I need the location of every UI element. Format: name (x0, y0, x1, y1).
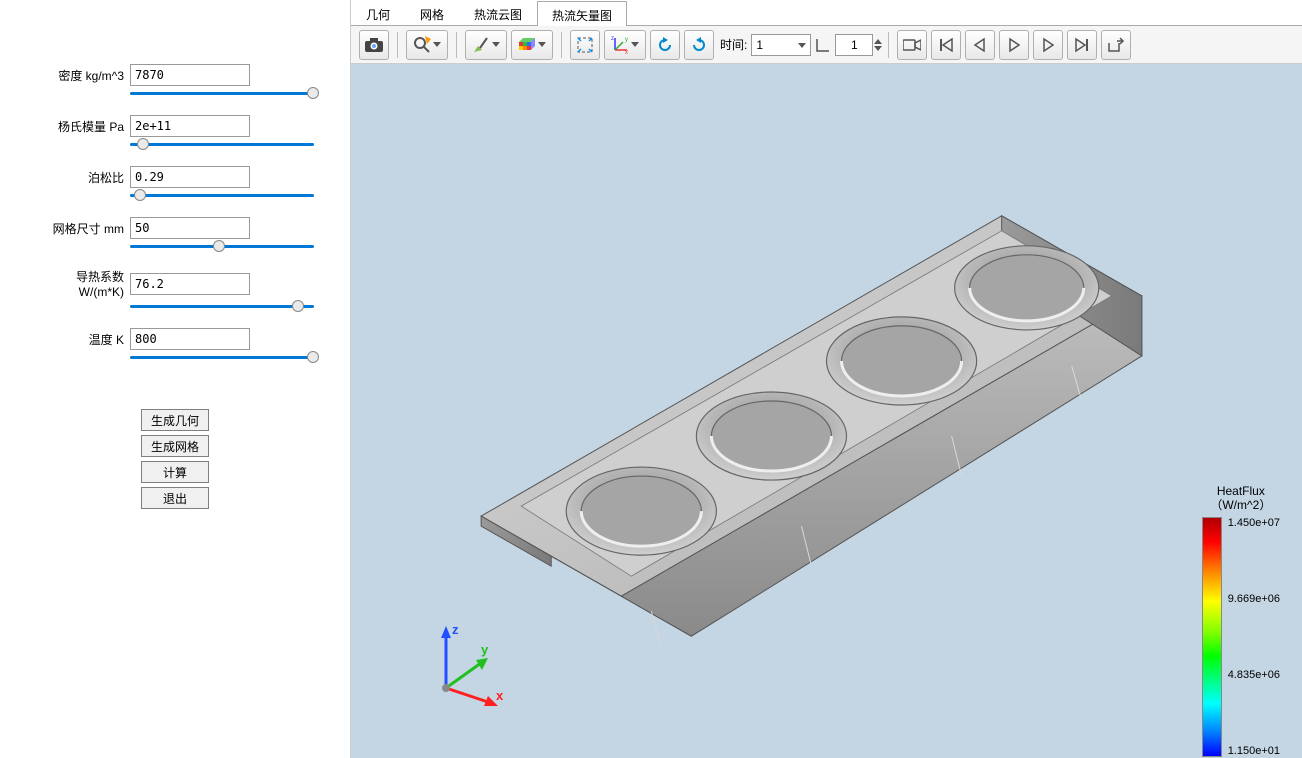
fit-button[interactable] (570, 30, 600, 60)
param-conductivity: 导热系数 W/(m*K) (30, 268, 320, 299)
legend-tick: 1.150e+01 (1228, 745, 1280, 757)
stepper-up[interactable] (874, 39, 882, 44)
skip-first-button[interactable] (931, 30, 961, 60)
skip-first-icon (938, 37, 954, 53)
youngs-label: 杨氏模量 Pa (30, 118, 130, 135)
axes-icon: z y x (611, 36, 629, 54)
axes-button[interactable]: z y x (604, 30, 646, 60)
chevron-down-icon (798, 43, 806, 48)
param-density: 密度 kg/m^3 (30, 64, 320, 86)
export-button[interactable] (1101, 30, 1131, 60)
step-back-button[interactable] (965, 30, 995, 60)
tabs: 几何 网格 热流云图 热流矢量图 (351, 0, 1302, 26)
param-youngs: 杨氏模量 Pa (30, 115, 320, 137)
camera-icon (365, 38, 383, 52)
conductivity-input[interactable] (130, 273, 250, 295)
time-select-wrap (751, 34, 811, 56)
density-input[interactable] (130, 64, 250, 86)
tab-geometry[interactable]: 几何 (351, 0, 405, 25)
fit-icon (576, 36, 594, 54)
rotate-ccw-icon (690, 36, 708, 54)
skip-last-icon (1074, 37, 1090, 53)
separator (888, 32, 889, 58)
youngs-input[interactable] (130, 115, 250, 137)
time-label: 时间: (720, 36, 747, 53)
angle-icon (813, 35, 833, 55)
color-legend: HeatFlux（W/m^2） 1.450e+07 9.669e+06 4.83… (1202, 484, 1280, 757)
legend-tick: 1.450e+07 (1228, 517, 1280, 529)
step-forward-icon (1040, 37, 1056, 53)
legend-colorbar (1202, 517, 1222, 757)
svg-text:x: x (625, 50, 628, 54)
action-buttons: 生成几何 生成网格 计算 退出 (30, 409, 320, 509)
axis-triad: z x y (426, 618, 516, 708)
chevron-down-icon (538, 42, 546, 47)
export-icon (1107, 37, 1125, 53)
legend-tick: 4.835e+06 (1228, 669, 1280, 681)
rotate-ccw-button[interactable] (684, 30, 714, 60)
mesh-slider[interactable] (130, 245, 314, 248)
svg-text:y: y (625, 37, 628, 43)
temperature-slider[interactable] (130, 356, 314, 359)
mesh-input[interactable] (130, 217, 250, 239)
density-label: 密度 kg/m^3 (30, 67, 130, 84)
gen-mesh-button[interactable]: 生成网格 (141, 435, 209, 457)
tab-heatflux-vector[interactable]: 热流矢量图 (537, 1, 627, 26)
skip-last-button[interactable] (1067, 30, 1097, 60)
index-input[interactable] (835, 34, 873, 56)
rubik-cube-icon (518, 36, 536, 54)
step-forward-button[interactable] (1033, 30, 1063, 60)
gen-geom-button[interactable]: 生成几何 (141, 409, 209, 431)
tab-heatflux-cloud[interactable]: 热流云图 (459, 0, 537, 25)
exit-button[interactable]: 退出 (141, 487, 209, 509)
density-slider[interactable] (130, 92, 314, 95)
legend-title: HeatFlux（W/m^2） (1202, 484, 1280, 513)
brush-icon (472, 36, 490, 54)
param-temperature: 温度 K (30, 328, 320, 350)
screenshot-button[interactable] (359, 30, 389, 60)
magnifier-icon (413, 36, 431, 54)
legend-ticks: 1.450e+07 9.669e+06 4.835e+06 1.150e+01 (1228, 517, 1280, 757)
svg-text:z: z (611, 36, 614, 42)
chevron-down-icon (631, 42, 639, 47)
zoom-button[interactable] (406, 30, 448, 60)
stepper-down[interactable] (874, 46, 882, 51)
brush-button[interactable] (465, 30, 507, 60)
svg-text:z: z (452, 622, 459, 637)
conductivity-label: 导热系数 W/(m*K) (30, 268, 130, 299)
rotate-cw-icon (656, 36, 674, 54)
play-button[interactable] (999, 30, 1029, 60)
svg-text:x: x (496, 688, 504, 703)
record-button[interactable] (897, 30, 927, 60)
param-poisson: 泊松比 (30, 166, 320, 188)
svg-text:y: y (481, 642, 489, 657)
temperature-input[interactable] (130, 328, 250, 350)
separator (397, 32, 398, 58)
youngs-slider[interactable] (130, 143, 314, 146)
tab-mesh[interactable]: 网格 (405, 0, 459, 25)
conductivity-slider[interactable] (130, 305, 314, 308)
poisson-input[interactable] (130, 166, 250, 188)
rotate-cw-button[interactable] (650, 30, 680, 60)
compute-button[interactable]: 计算 (141, 461, 209, 483)
viewport[interactable]: z x y HeatFlux（W/m^2） 1.450e+07 9. (351, 64, 1302, 758)
chevron-down-icon (492, 42, 500, 47)
mesh-label: 网格尺寸 mm (30, 220, 130, 237)
cube-button[interactable] (511, 30, 553, 60)
poisson-slider[interactable] (130, 194, 314, 197)
video-camera-icon (903, 38, 921, 52)
separator (456, 32, 457, 58)
toolbar: z y x 时间: (351, 26, 1302, 64)
step-back-icon (972, 37, 988, 53)
param-mesh: 网格尺寸 mm (30, 217, 320, 239)
temperature-label: 温度 K (30, 331, 130, 348)
poisson-label: 泊松比 (30, 169, 130, 186)
right-panel: 几何 网格 热流云图 热流矢量图 (350, 0, 1302, 758)
sidebar: 密度 kg/m^3 杨氏模量 Pa 泊松比 网格尺寸 mm 导热系数 W/(m*… (0, 0, 350, 758)
chevron-down-icon (433, 42, 441, 47)
legend-tick: 9.669e+06 (1228, 593, 1280, 605)
separator (561, 32, 562, 58)
play-icon (1006, 37, 1022, 53)
